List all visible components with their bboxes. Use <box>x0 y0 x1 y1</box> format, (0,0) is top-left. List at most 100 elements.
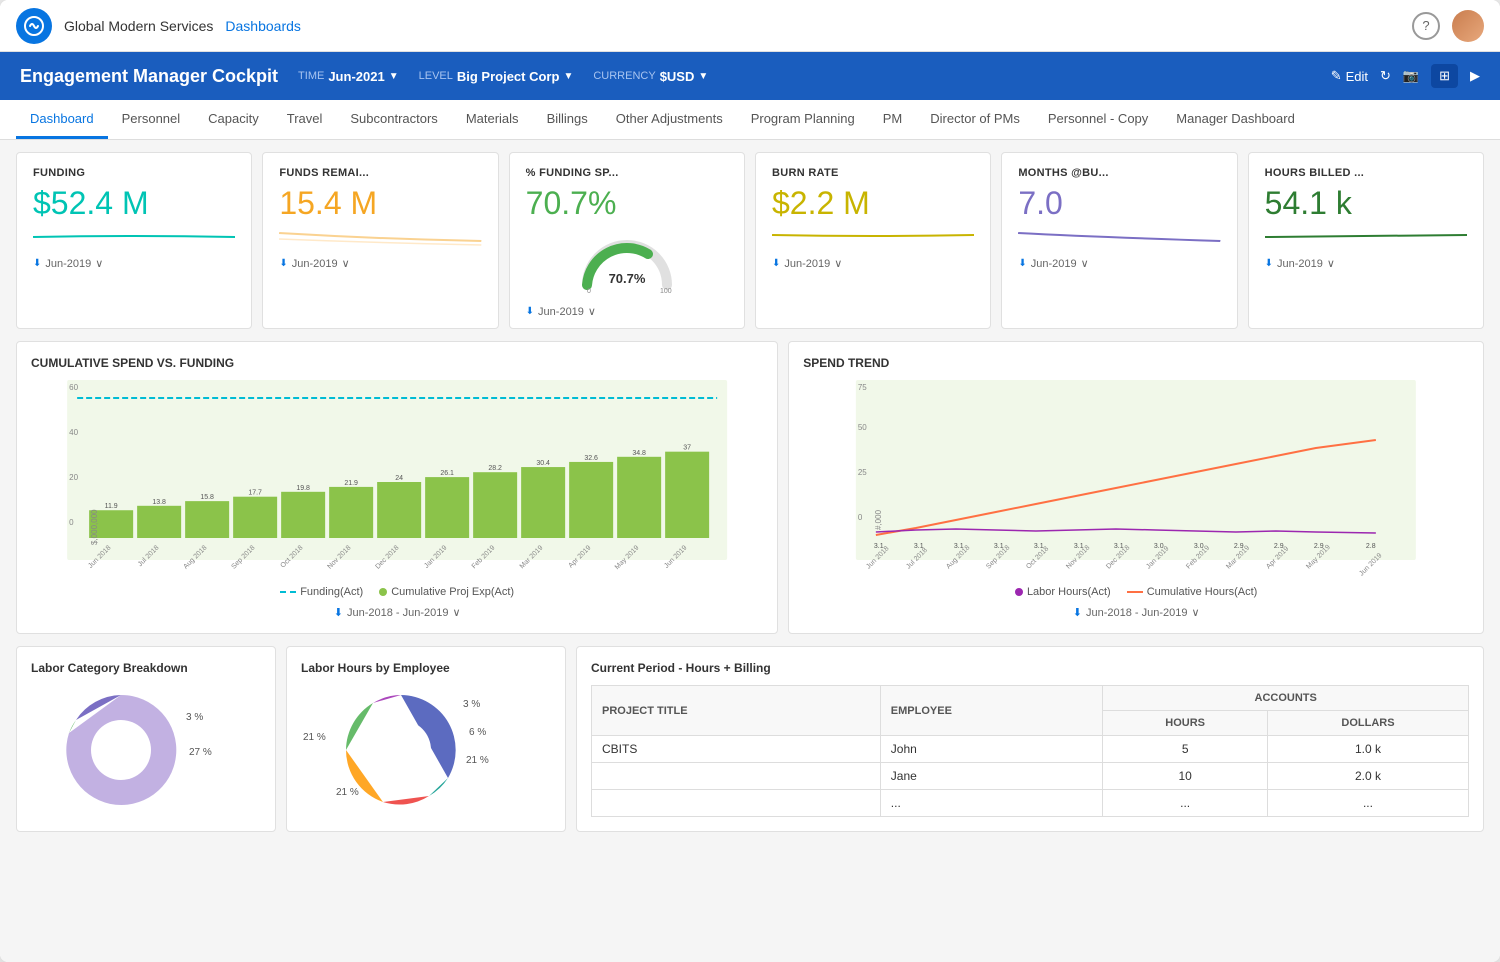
tab-pm[interactable]: PM <box>869 100 917 139</box>
tab-travel[interactable]: Travel <box>273 100 337 139</box>
currency-filter[interactable]: CURRENCY $USD ▼ <box>593 69 708 84</box>
cumulative-chart-footer[interactable]: ⬇ Jun-2018 - Jun-2019 ∨ <box>31 606 763 619</box>
kpi-footer-2[interactable]: ⬇ Jun-2019 ∨ <box>526 305 728 318</box>
tab-capacity[interactable]: Capacity <box>194 100 273 139</box>
kpi-value-2: 70.7% <box>526 187 728 219</box>
tab-dashboard[interactable]: Dashboard <box>16 100 108 139</box>
current-period-card: Current Period - Hours + Billing PROJECT… <box>576 646 1484 832</box>
svg-text:75: 75 <box>858 383 867 392</box>
svg-text:27 %: 27 % <box>189 747 212 758</box>
grid-button[interactable]: ⊞ <box>1431 64 1458 88</box>
help-icon[interactable]: ? <box>1412 12 1440 40</box>
svg-text:60: 60 <box>69 383 78 392</box>
svg-text:3 %: 3 % <box>463 699 480 710</box>
kpi-title-4: MONTHS @BU... <box>1018 167 1220 179</box>
kpi-value-5: 54.1 k <box>1265 187 1467 219</box>
svg-text:100: 100 <box>660 288 672 295</box>
legend-funding: Funding(Act) <box>280 586 363 598</box>
spend-trend-title: SPEND TREND <box>803 356 1469 370</box>
edit-button[interactable]: ✎ Edit <box>1331 68 1368 84</box>
svg-text:34.8: 34.8 <box>632 450 646 457</box>
svg-text:19.8: 19.8 <box>296 485 310 492</box>
time-arrow: ▼ <box>389 71 399 82</box>
svg-text:70.7%: 70.7% <box>608 271 645 286</box>
kpi-footer-1[interactable]: ⬇ Jun-2019 ∨ <box>279 257 481 270</box>
header-bar: Engagement Manager Cockpit TIME Jun-2021… <box>0 52 1500 100</box>
kpi-title-5: HOURS BILLED ... <box>1265 167 1467 179</box>
svg-text:40: 40 <box>69 428 78 437</box>
svg-text:0: 0 <box>587 288 591 295</box>
svg-text:$,000,000: $,000,000 <box>90 509 99 545</box>
kpi-footer-icon-4: ⬇ <box>1018 258 1026 269</box>
kpi-footer-3[interactable]: ⬇ Jun-2019 ∨ <box>772 257 974 270</box>
kpi-footer-5[interactable]: ⬇ Jun-2019 ∨ <box>1265 257 1467 270</box>
legend-cumulative-hours: Cumulative Hours(Act) <box>1127 586 1258 598</box>
tab-other-adjustments[interactable]: Other Adjustments <box>602 100 737 139</box>
svg-text:21 %: 21 % <box>336 787 359 798</box>
employee-cell: Jane <box>880 763 1103 790</box>
kpi-footer-0[interactable]: ⬇ Jun-2019 ∨ <box>33 257 235 270</box>
table-row: CBITS John 5 1.0 k <box>592 736 1469 763</box>
kpi-value-3: $2.2 M <box>772 187 974 219</box>
col-hours: HOURS <box>1103 711 1268 736</box>
hours-cell: 5 <box>1103 736 1268 763</box>
tab-manager-dashboard[interactable]: Manager Dashboard <box>1162 100 1309 139</box>
tab-personnel---copy[interactable]: Personnel - Copy <box>1034 100 1162 139</box>
level-arrow: ▼ <box>563 71 573 82</box>
camera-button[interactable]: 📷 <box>1403 68 1419 84</box>
dashboards-link[interactable]: Dashboards <box>225 18 301 34</box>
kpi-title-2: % FUNDING SP... <box>526 167 728 179</box>
kpi-mini-chart <box>279 225 481 249</box>
svg-text:3 %: 3 % <box>186 712 203 723</box>
svg-text:6 %: 6 % <box>469 727 486 738</box>
workday-logo <box>16 8 52 44</box>
spend-trend-card: SPEND TREND 75 50 25 0 #,000 3.1 3.1 <box>788 341 1484 634</box>
table-row: ... ... ... <box>592 790 1469 817</box>
cumulative-legend: Funding(Act) Cumulative Proj Exp(Act) <box>31 586 763 598</box>
svg-text:13.8: 13.8 <box>152 499 166 506</box>
level-filter[interactable]: LEVEL Big Project Corp ▼ <box>419 69 574 84</box>
tab-personnel[interactable]: Personnel <box>108 100 195 139</box>
labor-category-title: Labor Category Breakdown <box>31 661 261 675</box>
video-button[interactable]: ▶ <box>1470 68 1480 84</box>
kpi-mini-chart <box>772 225 974 249</box>
kpi-footer-icon-3: ⬇ <box>772 258 780 269</box>
time-filter[interactable]: TIME Jun-2021 ▼ <box>298 69 399 84</box>
kpi-footer-icon-1: ⬇ <box>279 258 287 269</box>
tab-subcontractors[interactable]: Subcontractors <box>336 100 451 139</box>
project-cell <box>592 763 881 790</box>
svg-text:21 %: 21 % <box>466 755 489 766</box>
tab-billings[interactable]: Billings <box>533 100 602 139</box>
labor-hours-card: Labor Hours by Employee 3 % 6 % <box>286 646 566 832</box>
current-period-title: Current Period - Hours + Billing <box>591 661 1469 675</box>
svg-text:24: 24 <box>395 475 403 482</box>
user-avatar[interactable] <box>1452 10 1484 42</box>
kpi-value-0: $52.4 M <box>33 187 235 219</box>
svg-text:0: 0 <box>69 518 74 527</box>
svg-text:11.9: 11.9 <box>105 503 118 510</box>
spend-trend-footer[interactable]: ⬇ Jun-2018 - Jun-2019 ∨ <box>803 606 1469 619</box>
spend-trend-legend: Labor Hours(Act) Cumulative Hours(Act) <box>803 586 1469 598</box>
refresh-button[interactable]: ↻ <box>1380 68 1391 84</box>
tab-director-of-pms[interactable]: Director of PMs <box>916 100 1034 139</box>
tab-program-planning[interactable]: Program Planning <box>737 100 869 139</box>
nav-left: Global Modern Services Dashboards <box>16 8 301 44</box>
kpi-value-4: 7.0 <box>1018 187 1220 219</box>
top-nav: Global Modern Services Dashboards ? <box>0 0 1500 52</box>
kpi-card-1: FUNDS REMAI... 15.4 M ⬇ Jun-2019 ∨ <box>262 152 498 329</box>
kpi-footer-icon-2: ⬇ <box>526 306 534 317</box>
svg-text:17.7: 17.7 <box>248 490 262 497</box>
labor-hours-svg: 3 % 6 % 21 % 21 % 21 % <box>301 685 551 815</box>
kpi-mini-chart <box>1018 225 1220 249</box>
kpi-footer-4[interactable]: ⬇ Jun-2019 ∨ <box>1018 257 1220 270</box>
svg-text:50: 50 <box>858 423 867 432</box>
page-title: Engagement Manager Cockpit <box>20 66 278 87</box>
cumulative-chart-card: CUMULATIVE SPEND VS. FUNDING 11.9Jun 201… <box>16 341 778 634</box>
kpi-card-0: FUNDING $52.4 M ⬇ Jun-2019 ∨ <box>16 152 252 329</box>
main-content: FUNDING $52.4 M ⬇ Jun-2019 ∨ FUNDS REMAI… <box>0 140 1500 962</box>
tab-materials[interactable]: Materials <box>452 100 533 139</box>
svg-text:20: 20 <box>69 473 78 482</box>
header-actions: ✎ Edit ↻ 📷 ⊞ ▶ <box>1331 64 1480 88</box>
svg-text:25: 25 <box>858 468 867 477</box>
app-name: Global Modern Services <box>64 18 213 34</box>
